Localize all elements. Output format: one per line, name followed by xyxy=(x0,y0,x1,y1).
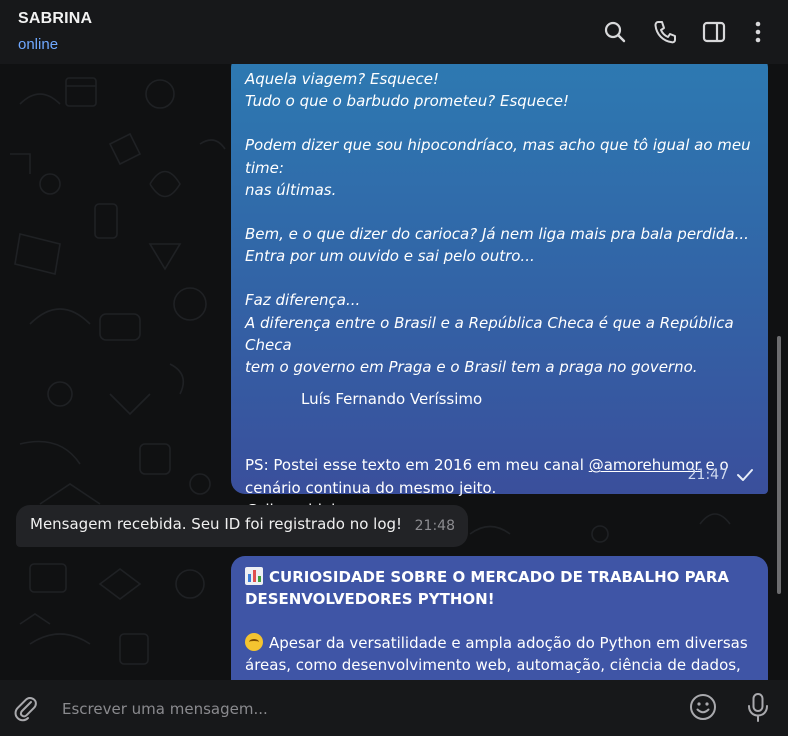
curiosity-body-line2: áreas, como desenvolvimento web, automaç… xyxy=(245,656,741,680)
message-line: Podem dizer que sou hipocondríaco, mas a… xyxy=(245,136,751,177)
message-time: 21:48 xyxy=(414,518,455,534)
curiosity-body: Apesar da versatilidade e ampla adoção d… xyxy=(245,632,754,654)
message-line: Entra por um ouvido e sai pelo outro... xyxy=(245,247,535,266)
sidebar-toggle-icon[interactable] xyxy=(701,19,727,45)
ps-text: PS: Postei esse texto em 2016 em meu can… xyxy=(245,456,589,475)
ps-line-2: cenário continua do mesmo jeito. xyxy=(245,478,497,497)
more-vertical-icon[interactable] xyxy=(745,19,771,45)
message-line: Tudo o que o barbudo prometeu? Esquece! xyxy=(245,92,570,111)
phone-icon[interactable] xyxy=(652,19,678,45)
incoming-message[interactable]: Mensagem recebida. Seu ID foi registrado… xyxy=(16,505,468,547)
message-line: Faz diferença... xyxy=(245,291,361,310)
emoji-icon[interactable] xyxy=(688,692,718,722)
paperclip-icon[interactable] xyxy=(12,694,40,722)
curiosity-title-line1: CURIOSIDADE SOBRE O MERCADO DE TRABALHO … xyxy=(269,568,730,586)
ps-line: PS: Postei esse texto em 2016 em meu can… xyxy=(245,454,754,476)
message-line: Aquela viagem? Esquece! xyxy=(245,70,440,88)
search-icon[interactable] xyxy=(602,19,628,45)
curiosity-title: CURIOSIDADE SOBRE O MERCADO DE TRABALHO … xyxy=(245,566,754,588)
outgoing-message-curiosity[interactable]: CURIOSIDADE SOBRE O MERCADO DE TRABALHO … xyxy=(231,556,768,680)
message-line: nas últimas. xyxy=(245,180,337,199)
message-composer xyxy=(0,680,788,736)
curiosity-body-line1: Apesar da versatilidade e ampla adoção d… xyxy=(269,634,748,652)
message-line: tem o governo em Praga e o Brasil tem a … xyxy=(245,358,698,377)
message-input[interactable] xyxy=(60,696,664,722)
chat-area[interactable]: Aquela viagem? Esquece! Tudo o que o bar… xyxy=(0,64,788,680)
microphone-icon[interactable] xyxy=(744,692,772,724)
chat-title[interactable]: SABRINA xyxy=(18,10,92,28)
quote-author: Luís Fernando Veríssimo xyxy=(301,390,483,409)
channel-link-amorehumor[interactable]: @amorehumor xyxy=(589,456,701,474)
scrollbar[interactable] xyxy=(777,336,781,594)
message-meta: 21:47 xyxy=(688,464,754,486)
monocle-face-icon xyxy=(245,633,263,651)
message-time: 21:47 xyxy=(687,466,728,483)
message-line: Bem, e o que dizer do carioca? Já nem li… xyxy=(245,225,749,244)
chat-header: SABRINA online xyxy=(0,0,788,64)
bar-chart-icon xyxy=(245,567,263,585)
check-icon xyxy=(736,468,754,482)
outgoing-message-quote[interactable]: Aquela viagem? Esquece! Tudo o que o bar… xyxy=(231,64,768,519)
message-text: Mensagem recebida. Seu ID foi registrado… xyxy=(30,515,403,533)
message-line: A diferença entre o Brasil e a República… xyxy=(245,313,734,354)
chat-status: online xyxy=(18,36,59,53)
curiosity-title-line2: DESENVOLVEDORES PYTHON! xyxy=(245,590,495,608)
